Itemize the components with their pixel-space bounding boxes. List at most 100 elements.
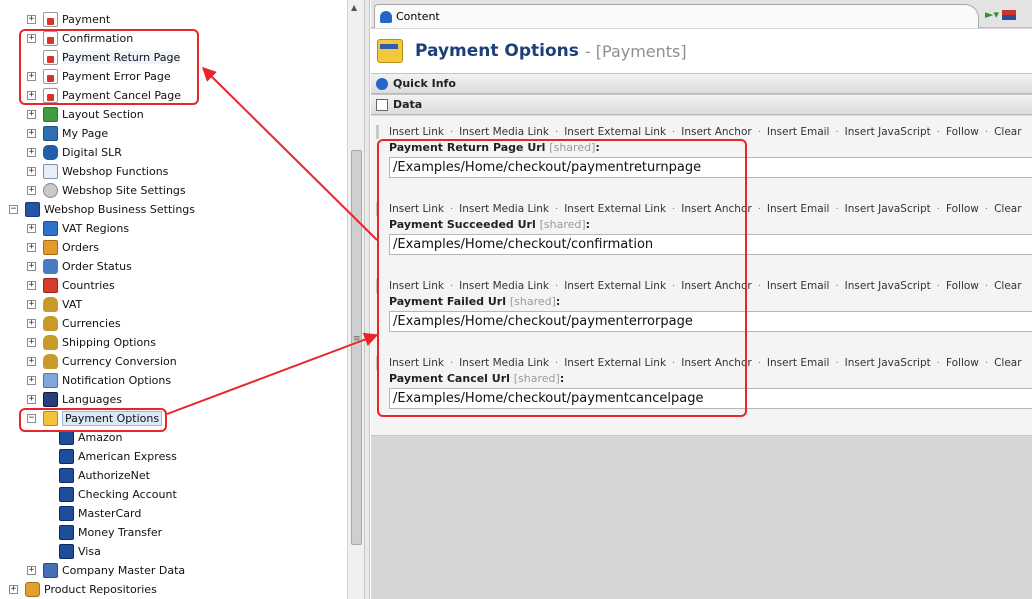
tree-node-money-transfer[interactable]: Money Transfer [59,523,162,542]
book-icon [43,392,58,407]
money-bag-icon [43,335,58,350]
tree-node-currencies[interactable]: + Currencies [27,314,121,333]
expand-icon[interactable]: + [9,585,18,594]
money-bag-icon [43,354,58,369]
tree-node-mastercard[interactable]: MasterCard [59,504,141,523]
tree-node-label: Currencies [62,317,121,330]
expand-icon[interactable]: + [27,15,36,24]
panel-splitter[interactable]: ≡ [353,0,370,599]
tree-node-countries[interactable]: + Countries [27,276,115,295]
tab-content[interactable]: Content [374,4,979,28]
expand-icon[interactable]: + [27,224,36,233]
tree-node-webshop-business-settings[interactable]: − Webshop Business Settings [9,200,195,219]
tree-node-label: Currency Conversion [62,355,177,368]
tree-node-authorizenet[interactable]: AuthorizeNet [59,466,150,485]
tree-node-vat-regions[interactable]: + VAT Regions [27,219,129,238]
tree-node-vat[interactable]: + VAT [27,295,82,314]
toolbar-link-insert-email[interactable]: Insert Email [767,357,830,369]
toolbar-link-insert-media-link[interactable]: Insert Media Link [459,126,549,138]
toolbar-link-insert-email[interactable]: Insert Email [767,203,830,215]
splitter-grip-icon[interactable]: ≡ [353,334,361,344]
expand-icon[interactable]: + [27,566,36,575]
annotation-box-fields [377,139,747,417]
box-icon [25,582,40,597]
toolbar-link-follow[interactable]: Follow [946,357,979,369]
expand-icon[interactable]: + [27,376,36,385]
toolbar-separator: · [936,126,940,138]
toolbar-link-insert-email[interactable]: Insert Email [767,280,830,292]
tree-node-orders[interactable]: + Orders [27,238,99,257]
tree-node-layout-section[interactable]: + Layout Section [27,105,144,124]
layout-icon [43,107,58,122]
tree-node-checking-account[interactable]: Checking Account [59,485,177,504]
tree-node-shipping-options[interactable]: + Shipping Options [27,333,156,352]
toolbar-link-insert-email[interactable]: Insert Email [767,126,830,138]
navigate-icon[interactable]: ►▾ [985,8,999,21]
toolbar-separator: · [757,126,761,138]
field-toolbar: Insert Link · Insert Media Link · Insert Ext… [376,125,1022,139]
tree-node-label: Webshop Business Settings [44,203,196,216]
toolbar-link-insert-javascript[interactable]: Insert JavaScript [845,280,931,292]
toolbar-link-insert-link[interactable]: Insert Link [389,126,444,138]
tree-node-languages[interactable]: + Languages [27,390,122,409]
toolbar-separator: · [984,126,989,138]
expand-icon[interactable]: + [27,281,36,290]
gear-icon [43,183,58,198]
tree-node-american-express[interactable]: American Express [59,447,177,466]
expand-icon[interactable]: + [27,300,36,309]
toolbar-separator: · [757,203,761,215]
tree-node-order-status[interactable]: + Order Status [27,257,132,276]
toolbar-link-insert-anchor[interactable]: Insert Anchor [681,126,751,138]
expand-icon[interactable]: + [27,129,36,138]
toolbar-link-clear[interactable]: Clear [994,203,1021,215]
tree-node-notification-options[interactable]: + Notification Options [27,371,171,390]
toolbar-link-follow[interactable]: Follow [946,203,979,215]
toolbar-separator: · [984,203,989,215]
expand-icon[interactable]: + [27,357,36,366]
tree-node-visa[interactable]: Visa [59,542,101,561]
tree-node-digital-slr[interactable]: + Digital SLR [27,143,122,162]
section-quick-info[interactable]: Quick Info [371,73,1032,94]
money-bag-icon [43,297,58,312]
expand-icon[interactable]: + [27,262,36,271]
toolbar-link-clear[interactable]: Clear [994,357,1021,369]
expand-icon[interactable]: + [27,110,36,119]
scrollbar-thumb[interactable] [351,150,362,545]
document-icon [43,164,58,179]
expand-icon[interactable]: + [27,319,36,328]
toolbar-separator: · [835,126,839,138]
scroll-up-icon[interactable]: ▲ [351,3,357,12]
toolbar-link-insert-external-link[interactable]: Insert External Link [564,126,666,138]
toolbar-link-follow[interactable]: Follow [946,126,979,138]
tab-tools[interactable]: ►▾ [985,8,1016,21]
section-data[interactable]: Data [371,94,1032,115]
toolbar-link-clear[interactable]: Clear [994,280,1021,292]
tree-node-label: Webshop Functions [62,165,169,178]
expand-icon[interactable]: + [27,167,36,176]
toolbar-link-insert-javascript[interactable]: Insert JavaScript [845,357,931,369]
tree-node-webshop-site-settings[interactable]: + Webshop Site Settings [27,181,186,200]
tree-node-webshop-functions[interactable]: + Webshop Functions [27,162,168,181]
card-icon [59,525,74,540]
expand-icon[interactable]: + [27,243,36,252]
section-title: Quick Info [393,77,456,90]
tree-scrollbar[interactable]: ▲ [347,0,364,599]
tree-node-my-page[interactable]: + My Page [27,124,108,143]
tree-node-company-master-data[interactable]: + Company Master Data [27,561,185,580]
expand-icon[interactable]: + [27,186,36,195]
flag-icon [43,278,58,293]
toolbar-link-insert-javascript[interactable]: Insert JavaScript [845,203,931,215]
toolbar-link-clear[interactable]: Clear [994,126,1021,138]
toolbar-link-insert-javascript[interactable]: Insert JavaScript [845,126,931,138]
collapse-icon[interactable]: − [9,205,18,214]
expand-icon[interactable]: + [27,148,36,157]
expand-icon[interactable]: + [27,338,36,347]
language-flag-icon[interactable] [1001,10,1016,20]
card-icon [59,506,74,521]
tree-node-label: Layout Section [62,108,144,121]
tree-node-product-repositories[interactable]: + Product Repositories [9,580,157,599]
tree-node-payment[interactable]: + Payment [27,10,110,29]
expand-icon[interactable]: + [27,395,36,404]
tree-node-currency-conversion[interactable]: + Currency Conversion [27,352,177,371]
toolbar-link-follow[interactable]: Follow [946,280,979,292]
